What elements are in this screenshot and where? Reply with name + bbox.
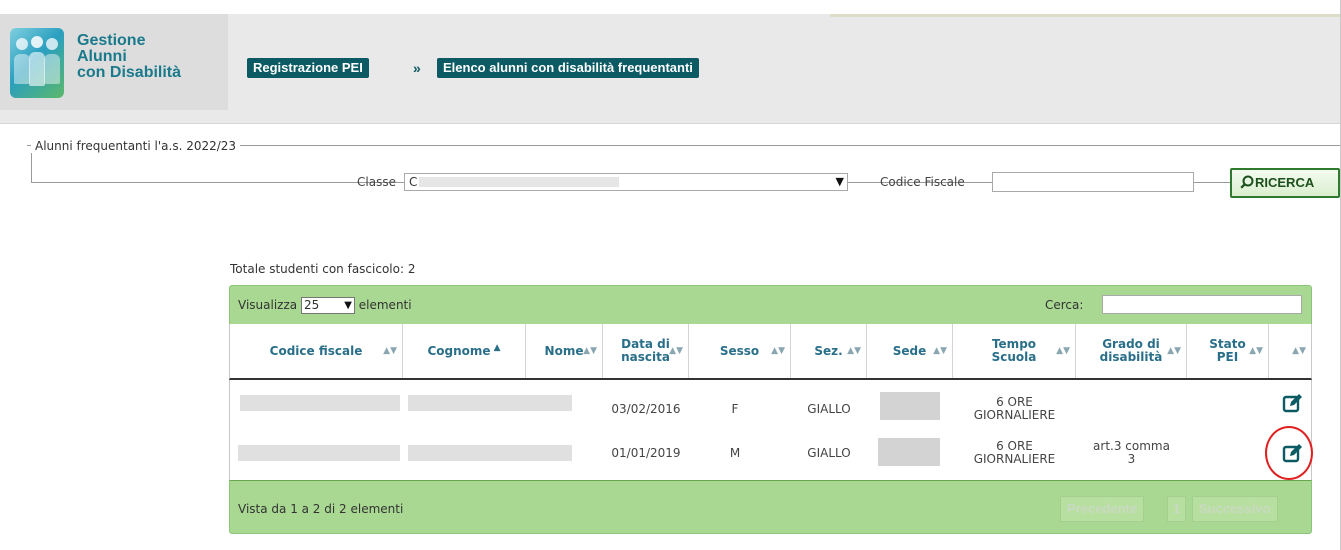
classe-label: Classe xyxy=(357,175,396,189)
app-title-line: con Disabilità xyxy=(77,64,182,81)
table-search-label: Cerca: xyxy=(1045,298,1084,312)
column-sede[interactable]: Sede ▲▼ xyxy=(867,324,953,378)
redacted-codice-fiscale xyxy=(240,395,400,411)
breadcrumb-elenco-alunni[interactable]: Elenco alunni con disabilità frequentant… xyxy=(437,58,699,78)
cell-grado-disabilita: art.3 comma 3 xyxy=(1093,439,1170,466)
table-footer: Vista da 1 a 2 di 2 elementi Precedente … xyxy=(229,480,1312,534)
cell-stato-pei xyxy=(1187,388,1269,430)
classe-select-value: C xyxy=(409,175,418,189)
edit-icon[interactable] xyxy=(1282,392,1304,414)
page-length-select[interactable]: 25 ▼ xyxy=(300,297,355,314)
app-title-line: Gestione xyxy=(77,32,146,49)
chevron-down-icon: ▼ xyxy=(835,175,844,188)
column-sezione[interactable]: Sez. ▲▼ xyxy=(791,324,867,378)
search-icon xyxy=(1240,175,1254,189)
sort-icon: ▲▼ xyxy=(1249,346,1263,356)
table-row: 01/01/2019 M GIALLO 6 ORE GIORNALIERE ar… xyxy=(230,432,1311,474)
page-length-control: Visualizza 25 ▼ elementi xyxy=(238,296,412,314)
ricerca-button-label: RICERCA xyxy=(1255,175,1315,190)
app-header: Gestione Alunni con Disabilità Registraz… xyxy=(0,14,1341,124)
people-logo-icon xyxy=(10,28,64,98)
classe-select[interactable]: C ▼ xyxy=(404,173,848,191)
highlight-circle xyxy=(1265,426,1313,480)
column-stato-pei[interactable]: Stato PEI ▲▼ xyxy=(1187,324,1269,378)
pager-page-1[interactable]: 1 xyxy=(1167,496,1187,522)
sort-icon: ▲▼ xyxy=(1292,346,1306,356)
table-row: 03/02/2016 F GIALLO 6 ORE GIORNALIERE xyxy=(230,388,1311,430)
cell-data-nascita: 01/01/2019 xyxy=(611,445,681,460)
sort-asc-icon: ▲ xyxy=(493,342,501,353)
ricerca-button[interactable]: RICERCA xyxy=(1230,168,1340,198)
cell-sesso: M xyxy=(729,445,741,460)
chevron-down-icon: ▼ xyxy=(344,300,352,311)
table-info: Vista da 1 a 2 di 2 elementi xyxy=(238,502,404,516)
codice-fiscale-input[interactable] xyxy=(992,172,1194,192)
column-sesso[interactable]: Sesso ▲▼ xyxy=(689,324,791,378)
show-prefix: Visualizza xyxy=(238,298,298,312)
app-title-line: Alunni xyxy=(77,48,127,65)
cell-tempo-scuola: 6 ORE GIORNALIERE xyxy=(973,439,1056,466)
cell-sezione: GIALLO xyxy=(807,445,851,460)
breadcrumb-separator: » xyxy=(413,60,421,76)
cell-data-nascita: 03/02/2016 xyxy=(611,401,681,416)
table-body: 03/02/2016 F GIALLO 6 ORE GIORNALIERE 01… xyxy=(229,380,1312,480)
app-title: Gestione Alunni con Disabilità xyxy=(77,33,181,81)
pager-previous-button[interactable]: Precedente xyxy=(1060,496,1145,522)
cell-stato-pei xyxy=(1187,432,1269,474)
sort-icon: ▲▼ xyxy=(1056,346,1070,356)
sort-icon: ▲▼ xyxy=(933,346,947,356)
total-count: Totale studenti con fascicolo: 2 xyxy=(230,262,416,276)
filter-legend: Alunni frequentanti l'a.s. 2022/23 xyxy=(31,139,241,153)
sort-icon: ▲▼ xyxy=(771,346,785,356)
redacted-cognome-nome xyxy=(408,445,572,461)
sort-icon: ▲▼ xyxy=(1167,346,1181,356)
table-toolbar: Visualizza 25 ▼ elementi Cerca: xyxy=(229,285,1312,325)
show-suffix: elementi xyxy=(358,298,412,312)
cell-tempo-scuola: 6 ORE GIORNALIERE xyxy=(973,395,1056,422)
pager-next-button[interactable]: Successivo xyxy=(1192,496,1278,522)
column-actions[interactable]: ▲▼ xyxy=(1269,324,1311,378)
redacted-sede xyxy=(880,392,940,420)
codice-fiscale-label: Codice Fiscale xyxy=(880,175,965,189)
table-header: Codice fiscale ▲▼ Cognome ▲ Nome ▲▼ Data di… xyxy=(229,324,1312,380)
page-length-value: 25 xyxy=(303,298,320,312)
column-data-nascita[interactable]: Data di nascita ▲▼ xyxy=(603,324,689,378)
cell-sezione: GIALLO xyxy=(807,401,851,416)
column-cognome[interactable]: Cognome ▲ xyxy=(403,324,526,378)
app-logo[interactable]: Gestione Alunni con Disabilità xyxy=(0,14,228,110)
column-codice-fiscale[interactable]: Codice fiscale ▲▼ xyxy=(230,324,403,378)
sort-icon: ▲▼ xyxy=(847,346,861,356)
redacted-cognome-nome xyxy=(408,395,572,411)
redacted-codice-fiscale xyxy=(238,445,400,461)
table-search-input[interactable] xyxy=(1102,295,1302,314)
column-tempo-scuola[interactable]: Tempo Scuola ▲▼ xyxy=(953,324,1076,378)
cell-sesso: F xyxy=(731,401,739,416)
redacted-value xyxy=(419,177,619,187)
breadcrumb-registrazione-pei[interactable]: Registrazione PEI xyxy=(247,58,369,78)
cell-grado-disabilita xyxy=(1076,388,1187,430)
header-accent-line xyxy=(830,14,1341,17)
sort-icon: ▲▼ xyxy=(669,346,683,356)
column-nome[interactable]: Nome ▲▼ xyxy=(526,324,603,378)
sort-icon: ▲▼ xyxy=(583,346,597,356)
sort-icon: ▲▼ xyxy=(383,346,397,356)
column-grado-disabilita[interactable]: Grado di disabilità ▲▼ xyxy=(1076,324,1187,378)
redacted-sede xyxy=(878,438,940,466)
